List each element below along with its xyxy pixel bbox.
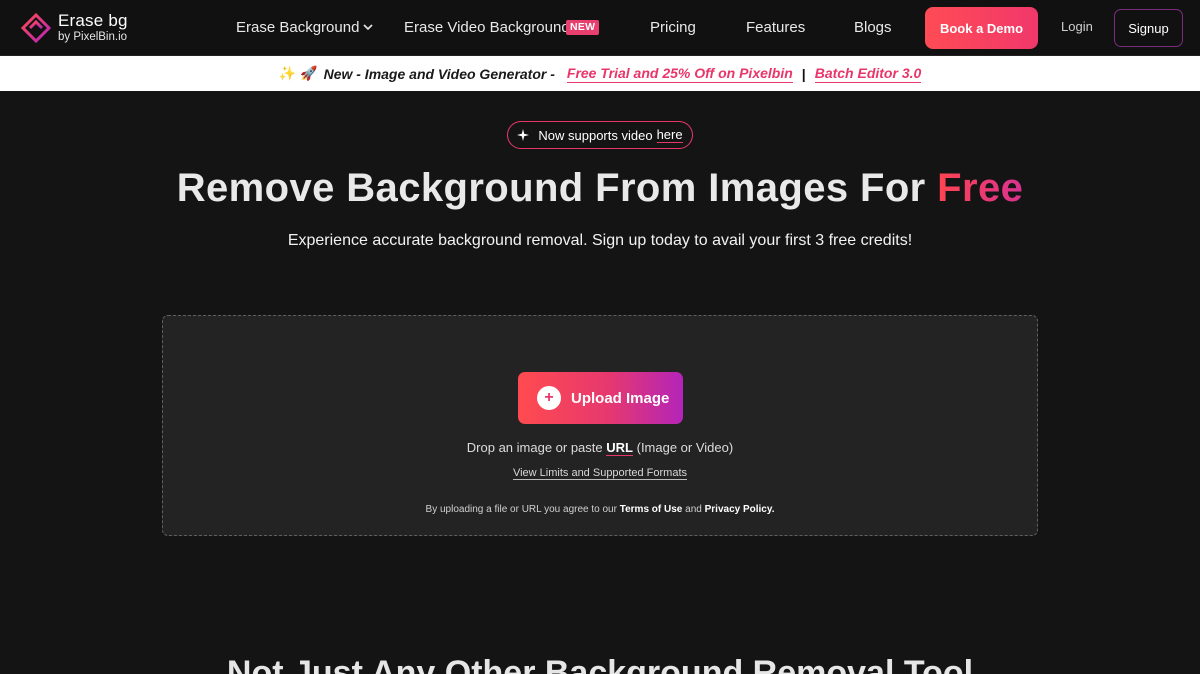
new-badge: NEW bbox=[566, 20, 600, 35]
pill-here-link[interactable]: here bbox=[656, 127, 683, 143]
page-title: Remove Background From Images For Free bbox=[0, 166, 1200, 211]
nav-features[interactable]: Features bbox=[746, 19, 805, 37]
section-features-title: Not Just Any Other Background Removal To… bbox=[226, 654, 974, 674]
nav-pricing[interactable]: Pricing bbox=[650, 19, 696, 37]
promo-trial-link[interactable]: Free Trial and 25% Off on Pixelbin bbox=[566, 65, 793, 83]
nav-erase-video-background[interactable]: Erase Video Background bbox=[404, 19, 570, 37]
upload-button-label: Upload Image bbox=[571, 389, 670, 407]
banner-separator: | bbox=[801, 65, 806, 82]
hero-subtitle: Experience accurate background removal. … bbox=[287, 232, 913, 249]
pill-text: Now supports video bbox=[538, 127, 653, 143]
brand-subtitle: by PixelBin.io bbox=[58, 31, 128, 44]
title-accent: Free bbox=[937, 166, 1024, 210]
drop-text-before: Drop an image or paste bbox=[466, 440, 603, 455]
batch-editor-link[interactable]: Batch Editor 3.0 bbox=[814, 65, 922, 83]
paste-url-link[interactable]: URL bbox=[606, 440, 633, 456]
logo-mark-icon bbox=[21, 13, 51, 43]
limits-row: View Limits and Supported Formats bbox=[163, 467, 1037, 480]
drop-instructions: Drop an image or paste URL (Image or Vid… bbox=[163, 440, 1037, 456]
banner-lead-text: New - Image and Video Generator - bbox=[323, 65, 555, 82]
sparkle-icon bbox=[517, 129, 530, 141]
terms-notice: By uploading a file or URL you agree to … bbox=[163, 504, 1037, 515]
top-navbar: Erase bg by PixelBin.io Erase Background… bbox=[0, 0, 1200, 56]
rocket-emoji-icon: 🚀 bbox=[300, 65, 318, 81]
terms-before: By uploading a file or URL you agree to … bbox=[425, 504, 617, 515]
view-limits-link[interactable]: View Limits and Supported Formats bbox=[512, 467, 688, 480]
chevron-down-icon[interactable] bbox=[362, 22, 374, 32]
nav-erase-background[interactable]: Erase Background bbox=[236, 19, 359, 37]
title-main: Remove Background From Images For bbox=[176, 166, 926, 210]
plus-icon: + bbox=[537, 386, 561, 410]
signup-button[interactable]: Signup bbox=[1114, 9, 1183, 47]
promo-banner: ✨ 🚀 New - Image and Video Generator - Fr… bbox=[0, 56, 1200, 91]
upload-dropzone[interactable]: + Upload Image Drop an image or paste UR… bbox=[162, 315, 1038, 536]
erase-bg-logo[interactable]: Erase bg by PixelBin.io bbox=[21, 9, 128, 47]
brand-title: Erase bg bbox=[58, 11, 128, 31]
video-support-pill[interactable]: Now supports video here bbox=[507, 121, 693, 149]
book-demo-button[interactable]: Book a Demo bbox=[925, 7, 1038, 49]
drop-text-after: (Image or Video) bbox=[636, 440, 734, 455]
nav-blogs[interactable]: Blogs bbox=[854, 19, 892, 37]
terms-of-use-link[interactable]: Terms of Use bbox=[620, 504, 683, 515]
terms-and: and bbox=[685, 504, 702, 515]
sparkles-emoji-icon: ✨ bbox=[278, 65, 297, 81]
privacy-policy-link[interactable]: Privacy Policy. bbox=[705, 504, 775, 515]
upload-image-button[interactable]: + Upload Image bbox=[518, 372, 683, 424]
login-link[interactable]: Login bbox=[1061, 19, 1093, 34]
